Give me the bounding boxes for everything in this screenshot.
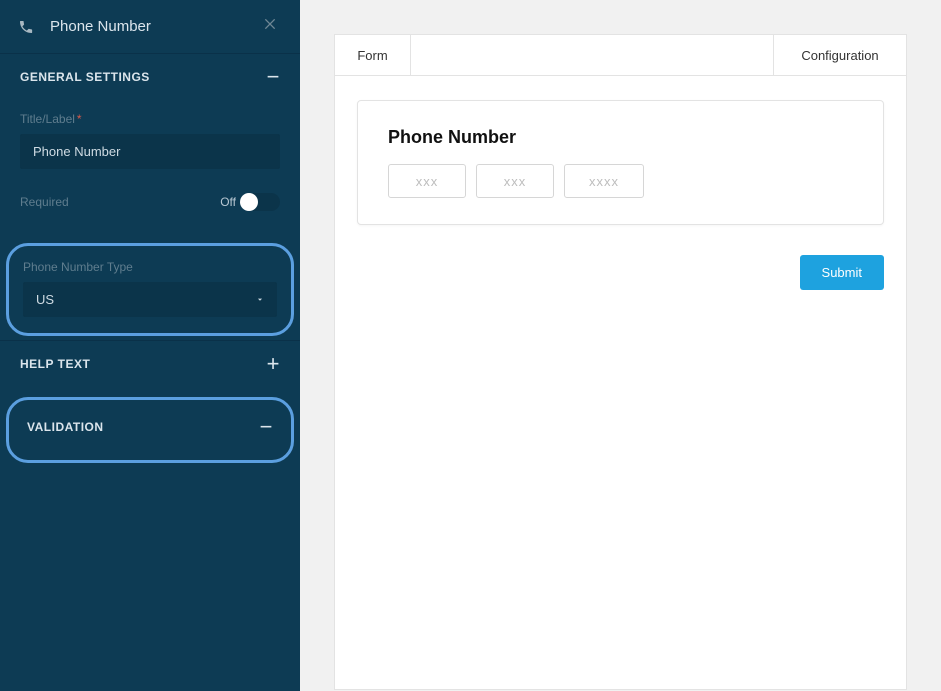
phone-number-type-highlight: Phone Number Type US	[6, 243, 294, 336]
section-body-general: Title/Label* Required Off	[0, 112, 300, 235]
sidebar-title: Phone Number	[50, 18, 151, 35]
preview-canvas: Phone Number Submit	[334, 76, 907, 690]
phone-icon	[18, 18, 36, 36]
phone-fields-row	[388, 164, 853, 198]
sidebar-header: Phone Number	[0, 0, 300, 53]
section-heading: HELP TEXT	[20, 357, 90, 371]
section-header-validation[interactable]: VALIDATION −	[11, 406, 289, 434]
section-heading: GENERAL SETTINGS	[20, 70, 150, 84]
close-icon[interactable]	[258, 14, 282, 39]
title-label-input[interactable]	[20, 134, 280, 169]
settings-sidebar: Phone Number GENERAL SETTINGS − Title/La…	[0, 0, 300, 691]
required-toggle[interactable]	[240, 193, 280, 211]
required-switch-group: Off	[220, 193, 280, 211]
collapse-icon: −	[266, 72, 280, 82]
required-row: Required Off	[20, 193, 280, 211]
submit-row: Submit	[357, 255, 884, 290]
required-label: Required	[20, 195, 69, 209]
title-label-field-label: Title/Label*	[20, 112, 280, 126]
tab-configuration[interactable]: Configuration	[774, 35, 906, 75]
section-validation-highlight: VALIDATION −	[6, 397, 294, 463]
phone-type-select-wrap: US	[23, 282, 277, 317]
phone-type-select[interactable]: US	[23, 282, 277, 317]
phone-type-label: Phone Number Type	[23, 260, 277, 274]
switch-knob	[240, 193, 258, 211]
section-header-general[interactable]: GENERAL SETTINGS −	[0, 54, 300, 100]
section-general-settings: GENERAL SETTINGS − Title/Label* Required…	[0, 53, 300, 340]
phone-number-card: Phone Number	[357, 100, 884, 225]
expand-icon: +	[266, 359, 280, 369]
section-help-text: HELP TEXT +	[0, 340, 300, 387]
tab-form[interactable]: Form	[335, 35, 411, 75]
required-state-text: Off	[220, 195, 236, 209]
collapse-icon: −	[259, 422, 273, 432]
phone-part-3-input[interactable]	[564, 164, 644, 198]
card-title: Phone Number	[388, 127, 853, 148]
tab-spacer	[411, 35, 774, 75]
required-star: *	[77, 112, 82, 126]
preview-main: Form Configuration Phone Number Submit	[300, 0, 941, 691]
label-text: Title/Label	[20, 112, 75, 126]
phone-part-2-input[interactable]	[476, 164, 554, 198]
phone-part-1-input[interactable]	[388, 164, 466, 198]
section-header-help-text[interactable]: HELP TEXT +	[0, 341, 300, 387]
section-heading: VALIDATION	[27, 420, 104, 434]
submit-button[interactable]: Submit	[800, 255, 884, 290]
phone-type-value: US	[36, 292, 54, 307]
preview-tabs: Form Configuration	[334, 34, 907, 76]
